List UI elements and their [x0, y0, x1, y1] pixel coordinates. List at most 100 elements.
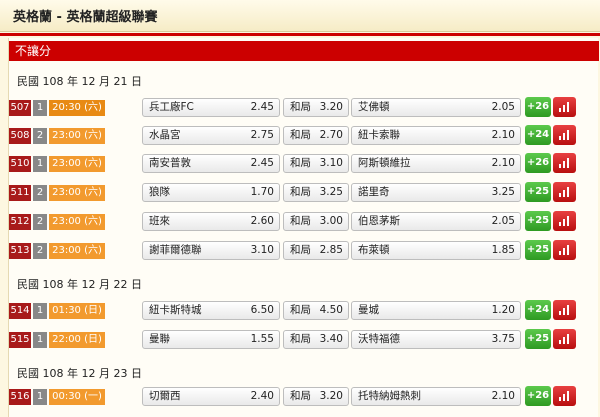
home-odds-button[interactable]: 曼聯 1.55	[142, 330, 280, 349]
more-bets-button[interactable]: +25	[525, 211, 551, 231]
home-odds-button[interactable]: 班來 2.60	[142, 212, 280, 231]
away-odds-button[interactable]: 布萊頓 1.85	[351, 241, 521, 260]
match-code: 511	[9, 185, 31, 201]
draw-odds: 3.25	[319, 186, 343, 198]
home-odds: 1.70	[250, 186, 274, 198]
away-odds: 2.05	[491, 101, 515, 113]
match-time: 23:00 (六)	[49, 128, 105, 144]
bar-chart-icon[interactable]	[553, 153, 576, 173]
match-code: 508	[9, 128, 31, 144]
draw-odds-button[interactable]: 和局 3.25	[283, 183, 349, 202]
home-odds-button[interactable]: 狼隊 1.70	[142, 183, 280, 202]
draw-label: 和局	[290, 129, 311, 141]
away-team: 沃特福德	[358, 333, 400, 345]
date-heading: 民國 108 年 12 月 21 日	[17, 75, 142, 88]
away-odds-button[interactable]: 艾佛頓 2.05	[351, 98, 521, 117]
draw-label: 和局	[290, 304, 311, 316]
match-line: 1	[33, 303, 47, 319]
draw-odds-button[interactable]: 和局 2.70	[283, 126, 349, 145]
draw-odds: 3.20	[319, 101, 343, 113]
home-team: 紐卡斯特城	[149, 304, 202, 316]
away-odds: 2.10	[491, 129, 515, 141]
home-team: 兵工廠FC	[149, 101, 194, 113]
page-title: 英格蘭 - 英格蘭超級聯賽	[13, 10, 158, 25]
draw-label: 和局	[290, 215, 311, 227]
home-odds: 2.60	[250, 215, 274, 227]
away-team: 艾佛頓	[358, 101, 390, 113]
home-team: 謝菲爾德聯	[149, 244, 202, 256]
away-odds-button[interactable]: 紐卡索聯 2.10	[351, 126, 521, 145]
more-bets-button[interactable]: +26	[525, 153, 551, 173]
match-row: 511 2 23:00 (六) 狼隊 1.70 和局 3.25 諾里奇 3.25 +2…	[9, 182, 599, 204]
draw-odds-button[interactable]: 和局 3.10	[283, 154, 349, 173]
date-heading: 民國 108 年 12 月 22 日	[17, 278, 142, 291]
bar-chart-icon[interactable]	[553, 182, 576, 202]
match-code: 513	[9, 243, 31, 259]
away-odds-button[interactable]: 伯恩茅斯 2.05	[351, 212, 521, 231]
bar-chart-icon[interactable]	[553, 240, 576, 260]
away-odds-button[interactable]: 諾里奇 3.25	[351, 183, 521, 202]
draw-odds-button[interactable]: 和局 3.20	[283, 98, 349, 117]
home-odds-button[interactable]: 紐卡斯特城 6.50	[142, 301, 280, 320]
draw-odds-button[interactable]: 和局 2.85	[283, 241, 349, 260]
home-team: 切爾西	[149, 390, 181, 402]
home-team: 班來	[149, 215, 170, 227]
match-line: 1	[33, 389, 47, 405]
draw-label: 和局	[290, 101, 311, 113]
draw-label: 和局	[290, 333, 311, 345]
more-bets-button[interactable]: +26	[525, 386, 551, 406]
bar-chart-icon[interactable]	[553, 211, 576, 231]
match-row: 513 2 23:00 (六) 謝菲爾德聯 3.10 和局 2.85 布萊頓 1.85…	[9, 240, 599, 262]
match-row: 516 1 00:30 (一) 切爾西 2.40 和局 3.20 托特納姆熱刺 2.1…	[9, 386, 599, 408]
away-odds-button[interactable]: 沃特福德 3.75	[351, 330, 521, 349]
match-time: 23:00 (六)	[49, 243, 105, 259]
more-bets-button[interactable]: +24	[525, 125, 551, 145]
more-bets-button[interactable]: +26	[525, 97, 551, 117]
home-odds: 2.75	[250, 129, 274, 141]
draw-odds-button[interactable]: 和局 3.20	[283, 387, 349, 406]
draw-odds-button[interactable]: 和局 3.00	[283, 212, 349, 231]
draw-label: 和局	[290, 390, 311, 402]
bar-chart-icon[interactable]	[553, 386, 576, 406]
home-odds-button[interactable]: 切爾西 2.40	[142, 387, 280, 406]
match-time: 23:00 (六)	[49, 214, 105, 230]
more-bets-button[interactable]: +24	[525, 300, 551, 320]
draw-odds: 3.10	[319, 157, 343, 169]
bar-chart-icon[interactable]	[553, 97, 576, 117]
bar-chart-icon[interactable]	[553, 300, 576, 320]
home-odds-button[interactable]: 兵工廠FC 2.45	[142, 98, 280, 117]
home-odds: 2.45	[250, 101, 274, 113]
away-odds-button[interactable]: 阿斯頓維拉 2.10	[351, 154, 521, 173]
draw-odds: 3.00	[319, 215, 343, 227]
away-odds: 1.20	[491, 304, 515, 316]
away-odds: 2.05	[491, 215, 515, 227]
more-bets-button[interactable]: +25	[525, 240, 551, 260]
match-time: 00:30 (一)	[49, 389, 105, 405]
home-odds-button[interactable]: 水晶宮 2.75	[142, 126, 280, 145]
match-line: 2	[33, 243, 47, 259]
draw-odds-button[interactable]: 和局 3.40	[283, 330, 349, 349]
away-team: 伯恩茅斯	[358, 215, 400, 227]
away-odds-button[interactable]: 托特納姆熱刺 2.10	[351, 387, 521, 406]
home-odds: 1.55	[250, 333, 274, 345]
match-time: 20:30 (六)	[49, 100, 105, 116]
match-code: 512	[9, 214, 31, 230]
bar-chart-icon[interactable]	[553, 329, 576, 349]
match-line: 2	[33, 128, 47, 144]
more-bets-button[interactable]: +25	[525, 329, 551, 349]
away-odds: 1.85	[491, 244, 515, 256]
away-team: 布萊頓	[358, 244, 390, 256]
draw-odds-button[interactable]: 和局 4.50	[283, 301, 349, 320]
away-team: 曼城	[358, 304, 379, 316]
away-team: 紐卡索聯	[358, 129, 400, 141]
home-team: 南安普敦	[149, 157, 191, 169]
away-odds: 2.10	[491, 390, 515, 402]
away-odds-button[interactable]: 曼城 1.20	[351, 301, 521, 320]
home-odds-button[interactable]: 謝菲爾德聯 3.10	[142, 241, 280, 260]
home-odds-button[interactable]: 南安普敦 2.45	[142, 154, 280, 173]
more-bets-button[interactable]: +25	[525, 182, 551, 202]
match-row: 508 2 23:00 (六) 水晶宮 2.75 和局 2.70 紐卡索聯 2.10 …	[9, 125, 599, 147]
bar-chart-icon[interactable]	[553, 125, 576, 145]
match-line: 2	[33, 214, 47, 230]
away-team: 阿斯頓維拉	[358, 157, 411, 169]
